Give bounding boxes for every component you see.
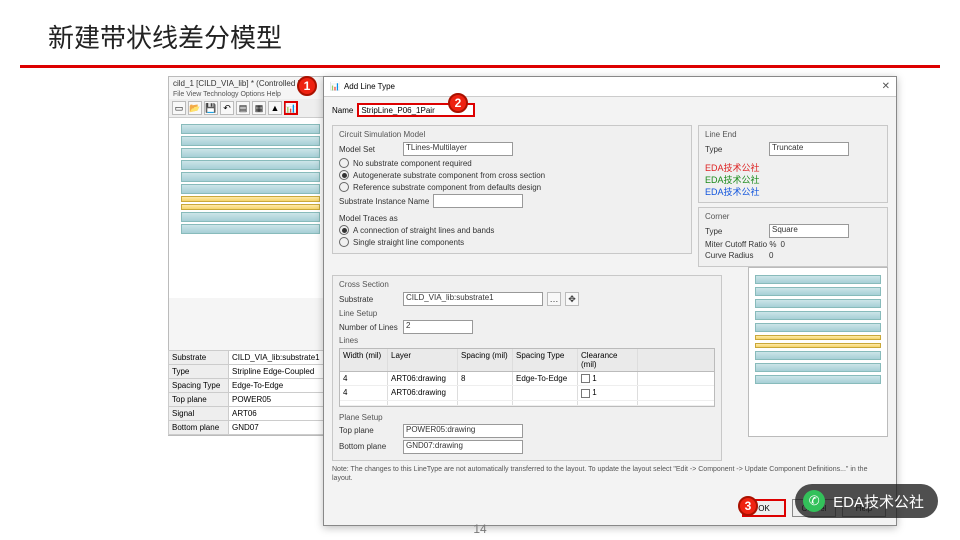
radio-straight-bands[interactable] [339,225,349,235]
radio-label: A connection of straight lines and bands [353,226,494,235]
radio-ref-default[interactable] [339,182,349,192]
linesetup-label: Line Setup [339,309,715,318]
name-label: Name [332,106,353,115]
cross-section-preview [748,267,888,437]
prop-val[interactable]: Edge-To-Edge [229,379,332,392]
table-row[interactable]: 4ART06:drawing8Edge-To-Edge 1 [340,372,714,386]
save-icon[interactable]: 💾 [204,101,218,115]
browse-icon[interactable]: … [547,292,561,306]
table-row[interactable] [340,401,714,406]
miter-value: 0 [780,240,784,249]
marker-3: 3 [738,496,758,516]
prop-val[interactable]: POWER05 [229,393,332,406]
modelset-label: Model Set [339,145,399,154]
table-row[interactable]: 4ART06:drawing 1 [340,386,714,400]
radio-label: Single straight line components [353,238,464,247]
move-icon[interactable]: ✥ [565,292,579,306]
design-canvas[interactable] [169,118,332,298]
col-layer: Layer [388,349,458,371]
corner-type-label: Type [705,227,765,236]
note-text: Note: The changes to this LineType are n… [332,465,888,483]
cross-sub-select[interactable]: CILD_VIA_lib:substrate1 [403,292,543,306]
group-title: Cross Section [339,280,715,289]
new-icon[interactable]: ▭ [172,101,186,115]
cross-sub-label: Substrate [339,295,399,304]
title-underline [20,65,940,68]
col-clearance: Clearance (mil) [578,349,638,371]
toolbar: ▭ 📂 💾 ↶ ▤ ▦ ▲ 📊 [169,99,332,118]
cross-section-group: Cross Section Substrate CILD_VIA_lib:subs… [332,275,722,461]
radio-no-sub[interactable] [339,158,349,168]
undo-icon[interactable]: ↶ [220,101,234,115]
corner-group: Corner TypeSquare Miter Cutoff Ratio %0 … [698,207,888,267]
radio-label: Reference substrate component from defau… [353,183,541,192]
botplane-label: Bottom plane [339,442,399,451]
wechat-icon: ✆ [803,490,825,512]
numlines-select[interactable]: 2 [403,320,473,334]
subinst-select[interactable] [433,194,523,208]
radio-single-straight[interactable] [339,237,349,247]
curve-label: Curve Radius [705,251,765,260]
watermark: EDA技术公社 EDA技术公社 EDA技术公社 [705,162,881,198]
radio-label: No substrate component required [353,159,472,168]
group-title: Line End [705,130,881,139]
col-width: Width (mil) [340,349,388,371]
wechat-badge: ✆ EDA技术公社 [795,484,938,518]
marker-2: 2 [448,93,468,113]
modelset-select[interactable]: TLines-Multilayer [403,142,513,156]
page-number: 14 [0,522,960,536]
subinst-label: Substrate Instance Name [339,197,429,206]
dialog-title: Add Line Type [344,82,395,91]
botplane-select[interactable]: GND07:drawing [403,440,523,454]
prop-key: Type [169,365,229,378]
radio-label: Autogenerate substrate component from cr… [353,171,545,180]
lines-table: Width (mil) Layer Spacing (mil) Spacing … [339,348,715,407]
clearance-checkbox[interactable] [581,389,590,398]
numlines-label: Number of Lines [339,323,399,332]
tool-icon[interactable]: ▤ [236,101,250,115]
miter-label: Miter Cutoff Ratio % [705,240,776,249]
prop-val[interactable]: GND07 [229,421,332,434]
prop-key: Signal [169,407,229,420]
curve-value: 0 [769,251,773,260]
add-line-type-dialog: 📊 Add Line Type ✕ Name Circuit Simulatio… [323,76,897,526]
slide-title: 新建带状线差分模型 [0,0,960,65]
wechat-label: EDA技术公社 [833,491,924,512]
open-icon[interactable]: 📂 [188,101,202,115]
plot-icon[interactable]: ▲ [268,101,282,115]
col-spacing: Spacing (mil) [458,349,513,371]
lineend-type-label: Type [705,145,765,154]
prop-val[interactable]: ART06 [229,407,332,420]
properties-panel: SubstrateCILD_VIA_lib:substrate1 TypeStr… [168,351,333,435]
prop-key: Substrate [169,351,229,364]
circuit-sim-group: Circuit Simulation Model Model Set TLines… [332,125,692,254]
close-icon[interactable]: ✕ [882,81,890,92]
topplane-select[interactable]: POWER05:drawing [403,424,523,438]
prop-key: Spacing Type [169,379,229,392]
lines-label: Lines [339,336,715,345]
planesetup-label: Plane Setup [339,413,715,422]
layer-icon[interactable]: ▦ [252,101,266,115]
prop-key: Top plane [169,393,229,406]
prop-key: Bottom plane [169,421,229,434]
line-end-group: Line End Type Truncate EDA技术公社 EDA技术公社 ED… [698,125,888,203]
marker-1: 1 [297,76,317,96]
traces-label: Model Traces as [339,214,399,223]
group-title: Circuit Simulation Model [339,130,685,139]
dialog-titlebar: 📊 Add Line Type ✕ [324,77,896,97]
lineend-type-select[interactable]: Truncate [769,142,849,156]
topplane-label: Top plane [339,426,399,435]
clearance-checkbox[interactable] [581,374,590,383]
corner-type-select[interactable]: Square [769,224,849,238]
col-spacingtype: Spacing Type [513,349,578,371]
chart-icon[interactable]: 📊 [284,101,298,115]
prop-val[interactable]: CILD_VIA_lib:substrate1 [229,351,332,364]
app-icon: 📊 [330,82,340,91]
prop-val[interactable]: Stripline Edge-Coupled [229,365,332,378]
group-title: Corner [705,212,881,221]
radio-autogen[interactable] [339,170,349,180]
